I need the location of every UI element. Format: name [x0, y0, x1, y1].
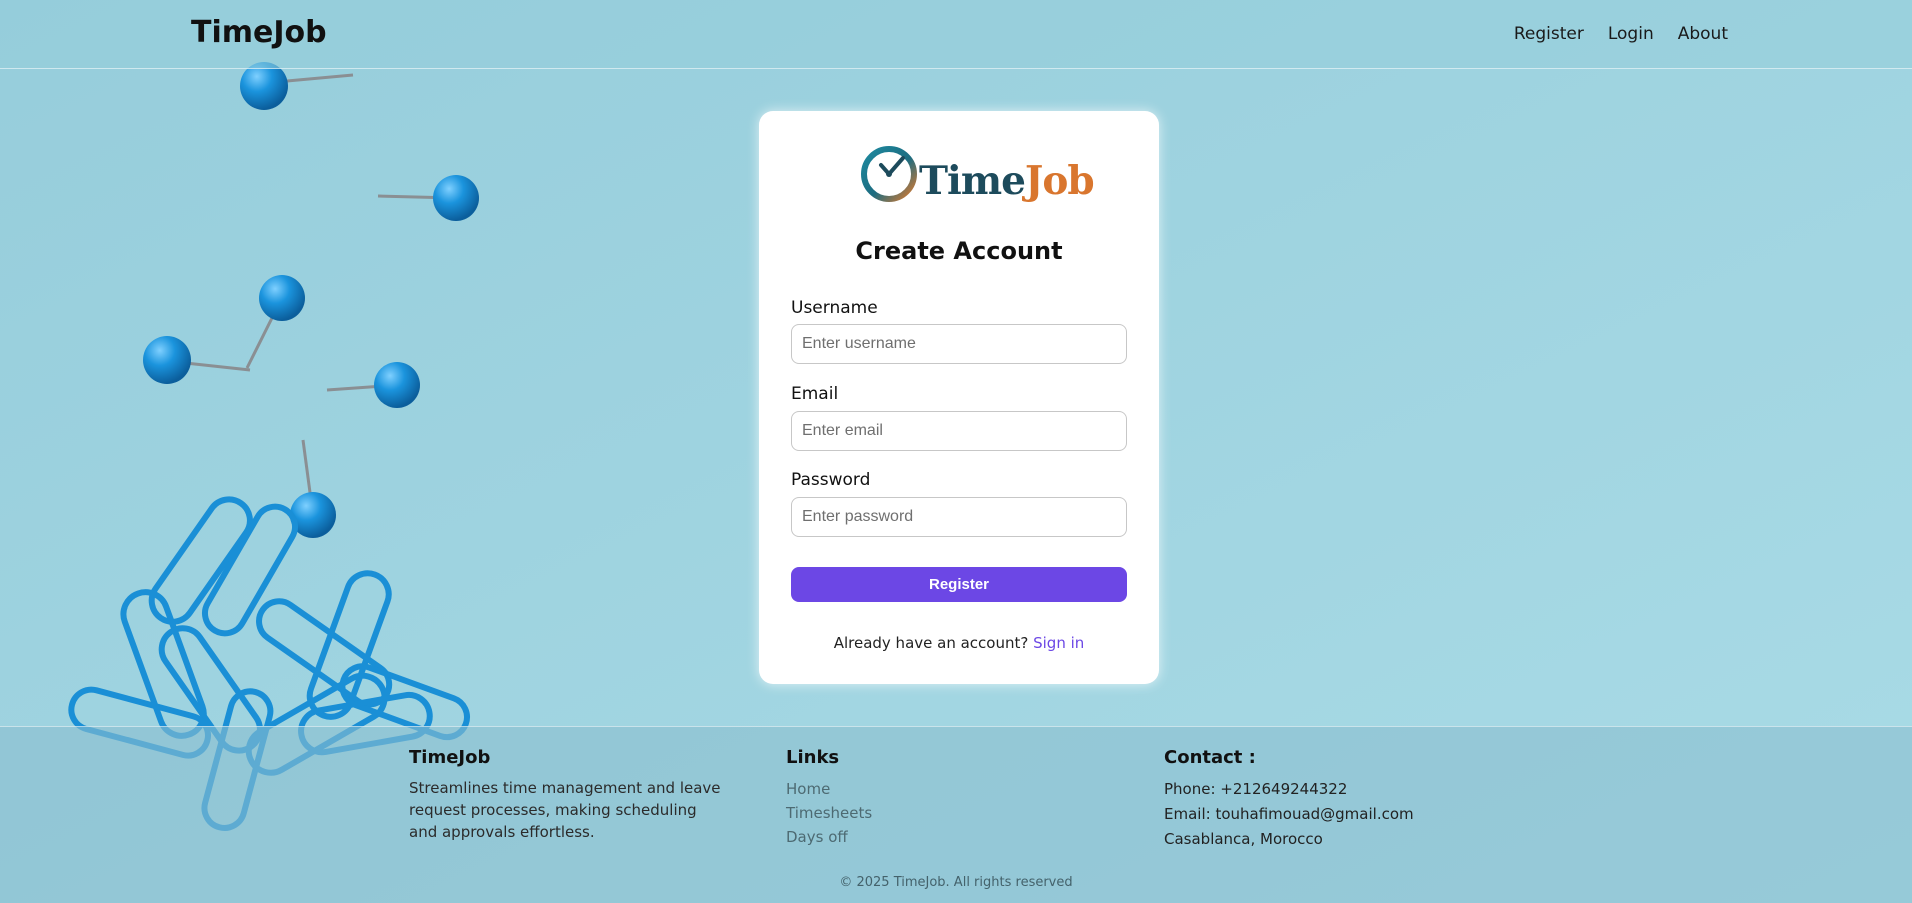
page-title: Create Account — [855, 237, 1063, 265]
footer-links-heading: Links — [786, 747, 840, 768]
nav-login-link[interactable]: Login — [1608, 24, 1654, 44]
password-label: Password — [791, 470, 871, 490]
logo-wordmark: TimeJob — [919, 158, 1095, 204]
footer-link-timesheets[interactable]: Timesheets — [786, 801, 872, 825]
email-input[interactable] — [791, 411, 1127, 451]
logo-wordmark-accent: Job — [1024, 158, 1095, 204]
register-button[interactable]: Register — [791, 567, 1127, 602]
footer-links-column: Links Home Timesheets Days off — [786, 747, 872, 849]
nav-about-link[interactable]: About — [1678, 24, 1728, 44]
footer-about-text: Streamlines time management and leave re… — [409, 779, 721, 841]
footer-about-heading: TimeJob — [409, 747, 491, 768]
signin-prompt-row: Already have an account? Sign in — [759, 634, 1159, 652]
signin-link[interactable]: Sign in — [1033, 634, 1084, 652]
navbar-brand[interactable]: TimeJob — [191, 15, 327, 50]
footer-about-column: TimeJob Streamlines time management and … — [409, 747, 729, 843]
top-navbar: TimeJob Register Login About — [0, 0, 1912, 69]
password-input[interactable] — [791, 497, 1127, 537]
footer-link-days-off[interactable]: Days off — [786, 825, 872, 849]
signin-prompt-text: Already have an account? — [833, 634, 1029, 652]
contact-address: Casablanca, Morocco — [1164, 830, 1323, 848]
logo-wordmark-main: Time — [919, 158, 1026, 204]
page-footer: TimeJob Streamlines time management and … — [0, 726, 1912, 903]
username-label: Username — [791, 298, 878, 318]
nav-links: Register Login About — [1514, 24, 1728, 44]
email-label: Email — [791, 384, 839, 404]
register-card: TimeJob Create Account Username Email Pa… — [759, 111, 1159, 684]
footer-link-home[interactable]: Home — [786, 777, 872, 801]
nav-register-link[interactable]: Register — [1514, 24, 1584, 44]
contact-email: Email: touhafimouad@gmail.com — [1164, 805, 1414, 823]
username-input[interactable] — [791, 324, 1127, 364]
footer-contact-column: Contact : Phone: +212649244322 Email: to… — [1164, 747, 1414, 852]
contact-phone: Phone: +212649244322 — [1164, 780, 1348, 798]
copyright-text: © 2025 TimeJob. All rights reserved — [839, 875, 1073, 890]
footer-contact-heading: Contact : — [1164, 747, 1256, 768]
